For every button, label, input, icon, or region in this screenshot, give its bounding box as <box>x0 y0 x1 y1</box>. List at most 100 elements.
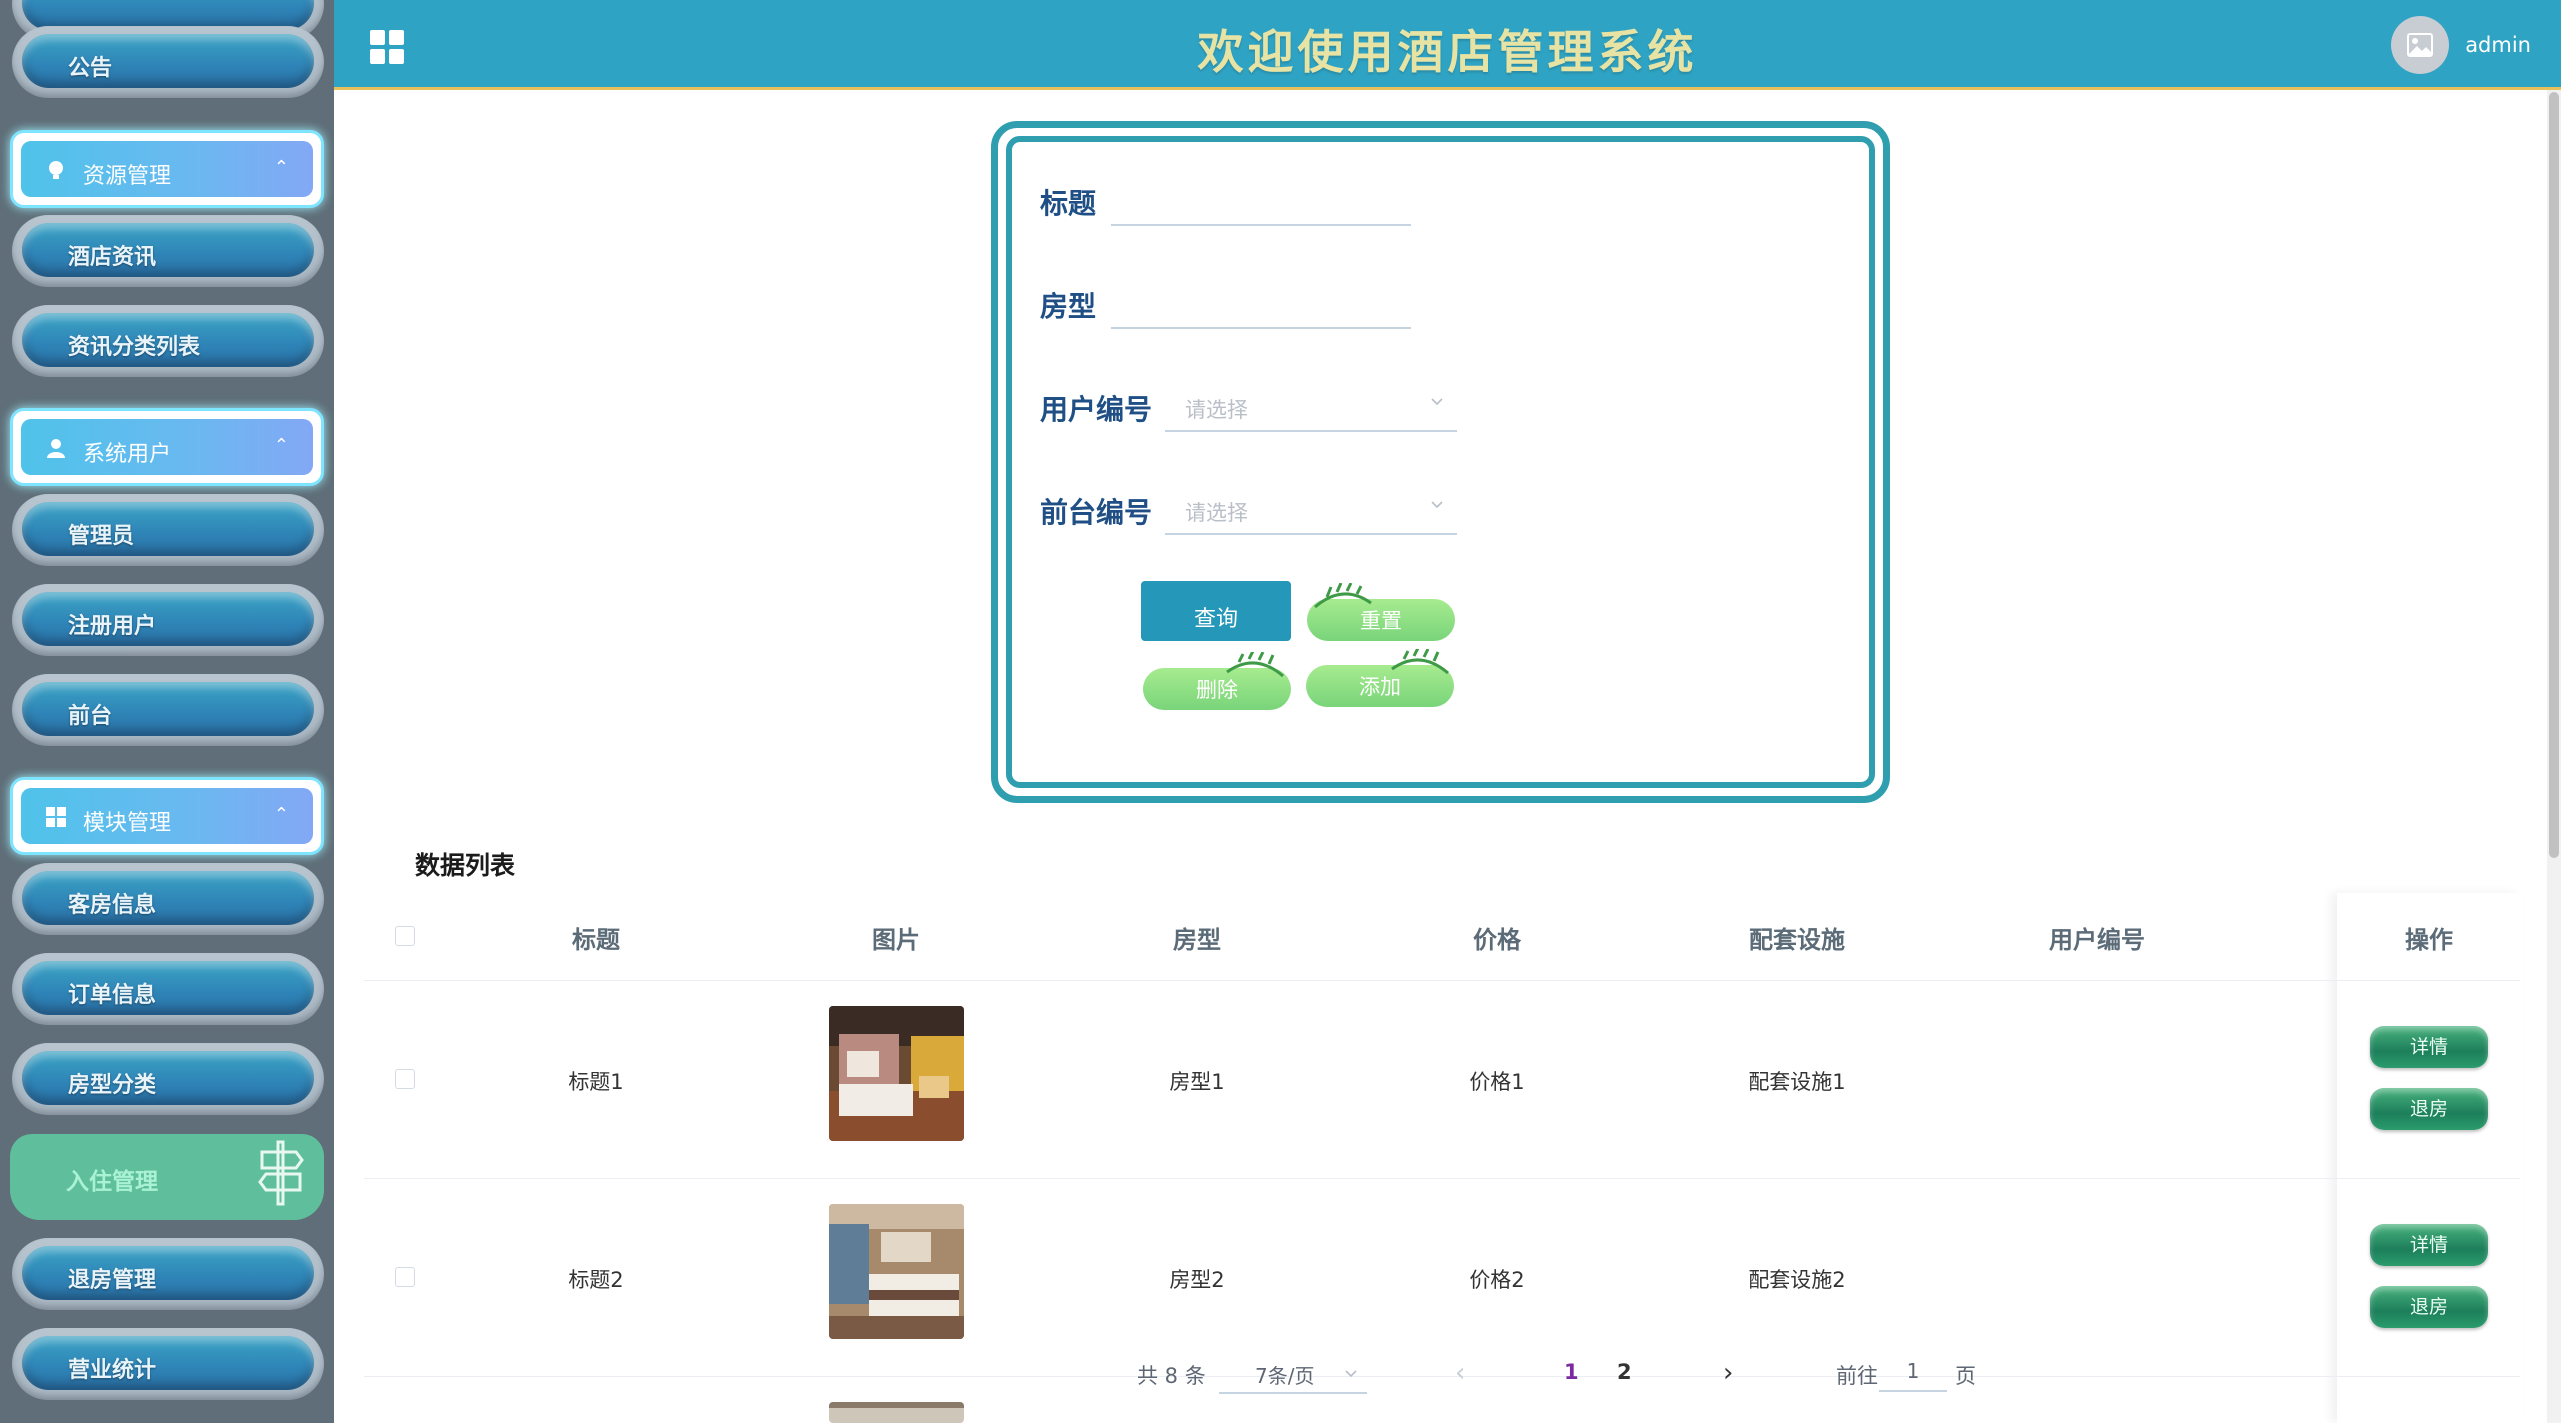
desk-no-select[interactable]: 请选择 <box>1165 487 1457 535</box>
image-placeholder-icon <box>2407 33 2434 57</box>
title-input[interactable] <box>1111 186 1411 226</box>
avatar <box>2391 16 2450 74</box>
sidebar-item-label: 资讯分类列表 <box>68 335 201 360</box>
column-header-facilities: 配套设施 <box>1749 926 1845 954</box>
page-unit-label: 页 <box>1955 1364 1976 1388</box>
add-button[interactable]: 添加 <box>1306 649 1454 707</box>
goto-page-input[interactable]: 1 <box>1879 1350 1947 1392</box>
row-checkbox[interactable] <box>395 1267 415 1287</box>
sidebar-item-registered-users[interactable]: 注册用户 <box>12 584 324 656</box>
cell-facilities: 配套设施2 <box>1748 1268 1846 1292</box>
page-2[interactable]: 2 <box>1617 1360 1632 1384</box>
prev-page-icon[interactable]: ‹ <box>1455 1358 1465 1388</box>
operation-column-fixed <box>2337 893 2522 1423</box>
checkout-button[interactable]: 退房 <box>2370 1088 2488 1130</box>
column-header-title: 标题 <box>572 926 620 954</box>
cell-title: 标题1 <box>568 1070 624 1094</box>
sidebar-item-hotel-news[interactable]: 酒店资讯 <box>12 215 324 287</box>
leaf-decoration-icon <box>1226 652 1284 678</box>
page-1[interactable]: 1 <box>1564 1360 1579 1384</box>
checkout-button[interactable]: 退房 <box>2370 1286 2488 1328</box>
user-menu[interactable]: admin <box>2391 16 2531 74</box>
sidebar-item-business-stats[interactable]: 营业统计 <box>12 1328 324 1400</box>
cell-facilities: 配套设施1 <box>1748 1070 1846 1094</box>
sidebar-item-checkout-mgmt[interactable]: 退房管理 <box>12 1238 324 1310</box>
chevron-up-icon: ⌃ <box>273 435 289 456</box>
sidebar-item-label: 前台 <box>68 704 113 729</box>
sidebar-item-admin[interactable]: 管理员 <box>12 494 324 566</box>
sidebar-group-modules[interactable]: 模块管理 ⌃ <box>10 777 324 855</box>
goto-label: 前往 <box>1836 1364 1878 1388</box>
select-placeholder: 请选择 <box>1185 501 1248 525</box>
sidebar-item-label: 退房管理 <box>68 1268 157 1293</box>
room-type-input[interactable] <box>1111 289 1411 329</box>
column-header-room-type: 房型 <box>1173 926 1221 954</box>
sidebar-item-label: 注册用户 <box>68 614 157 639</box>
scrollbar-thumb[interactable] <box>2549 92 2559 858</box>
delete-button[interactable]: 删除 <box>1143 652 1291 710</box>
next-page-icon[interactable]: › <box>1723 1358 1733 1388</box>
cell-price: 价格2 <box>1469 1268 1525 1292</box>
query-button[interactable]: 查询 <box>1141 581 1291 641</box>
cell-room-type: 房型2 <box>1169 1268 1225 1292</box>
chevron-up-icon: ⌃ <box>273 157 289 178</box>
sidebar-group-label: 模块管理 <box>83 811 172 836</box>
row-divider <box>364 1376 2520 1377</box>
add-button-label: 添加 <box>1359 675 1401 699</box>
user-no-select[interactable]: 请选择 <box>1165 384 1457 432</box>
row-divider <box>364 980 2520 981</box>
detail-button[interactable]: 详情 <box>2370 1224 2488 1266</box>
page-size-select[interactable]: 7条/页 <box>1219 1352 1367 1394</box>
room-thumbnail[interactable] <box>829 1204 964 1339</box>
reset-button[interactable]: 重置 <box>1307 583 1455 641</box>
column-header-actions: 操作 <box>2405 926 2453 954</box>
detail-button[interactable]: 详情 <box>2370 1026 2488 1068</box>
column-header-user-no: 用户编号 <box>2049 926 2145 954</box>
sidebar-item-label: 管理员 <box>68 524 135 549</box>
sidebar-group-resources[interactable]: 资源管理 ⌃ <box>10 130 324 208</box>
sidebar-item-front-desk[interactable]: 前台 <box>12 674 324 746</box>
section-title: 数据列表 <box>415 851 516 880</box>
page-size-value: 7条/页 <box>1255 1364 1315 1388</box>
leaf-decoration-icon <box>1314 583 1372 609</box>
sidebar-group-system-users[interactable]: 系统用户 ⌃ <box>10 408 324 486</box>
user-icon <box>47 439 65 458</box>
sidebar-item-label: 酒店资讯 <box>68 245 157 270</box>
sidebar-item-checkin-active[interactable]: 入住管理 <box>10 1134 324 1220</box>
sidebar-item-label: 公告 <box>68 56 113 81</box>
chevron-down-icon <box>1431 501 1443 509</box>
pagination-total: 共 8 条 <box>1137 1364 1206 1388</box>
user-no-label: 用户编号 <box>1040 393 1153 426</box>
chevron-down-icon <box>1345 1370 1357 1378</box>
grid-icon <box>46 807 66 827</box>
row-checkbox[interactable] <box>395 1069 415 1089</box>
sidebar-item-label: 客房信息 <box>68 893 157 918</box>
lightbulb-icon <box>49 161 63 179</box>
chevron-up-icon: ⌃ <box>273 804 289 825</box>
sidebar-item-room-info[interactable]: 客房信息 <box>12 863 324 935</box>
room-thumbnail[interactable] <box>829 1006 964 1141</box>
sidebar-item-label: 营业统计 <box>68 1358 157 1383</box>
sidebar-group-label: 资源管理 <box>83 164 172 189</box>
desk-no-label: 前台编号 <box>1040 496 1153 529</box>
row-divider <box>364 1178 2520 1179</box>
title-label: 标题 <box>1040 187 1097 220</box>
app-title: 欢迎使用酒店管理系统 <box>1197 25 1698 79</box>
sidebar-item-announcement[interactable]: 公告 <box>12 26 324 98</box>
select-all-checkbox[interactable] <box>395 926 415 946</box>
username: admin <box>2465 33 2531 57</box>
sidebar-item-order-info[interactable]: 订单信息 <box>12 953 324 1025</box>
room-thumbnail-partial[interactable] <box>829 1402 964 1423</box>
sidebar-item-room-category[interactable]: 房型分类 <box>12 1043 324 1115</box>
chevron-down-icon <box>1431 398 1443 406</box>
cell-price: 价格1 <box>1469 1070 1525 1094</box>
query-button-label: 查询 <box>1193 607 1238 632</box>
delete-button-label: 删除 <box>1196 678 1238 702</box>
reset-button-label: 重置 <box>1360 609 1402 633</box>
sidebar-item-news-category[interactable]: 资讯分类列表 <box>12 305 324 377</box>
column-header-image: 图片 <box>872 926 920 954</box>
room-type-label: 房型 <box>1040 290 1097 323</box>
signpost-icon <box>258 1140 304 1206</box>
column-header-price: 价格 <box>1473 926 1521 954</box>
cell-room-type: 房型1 <box>1169 1070 1225 1094</box>
